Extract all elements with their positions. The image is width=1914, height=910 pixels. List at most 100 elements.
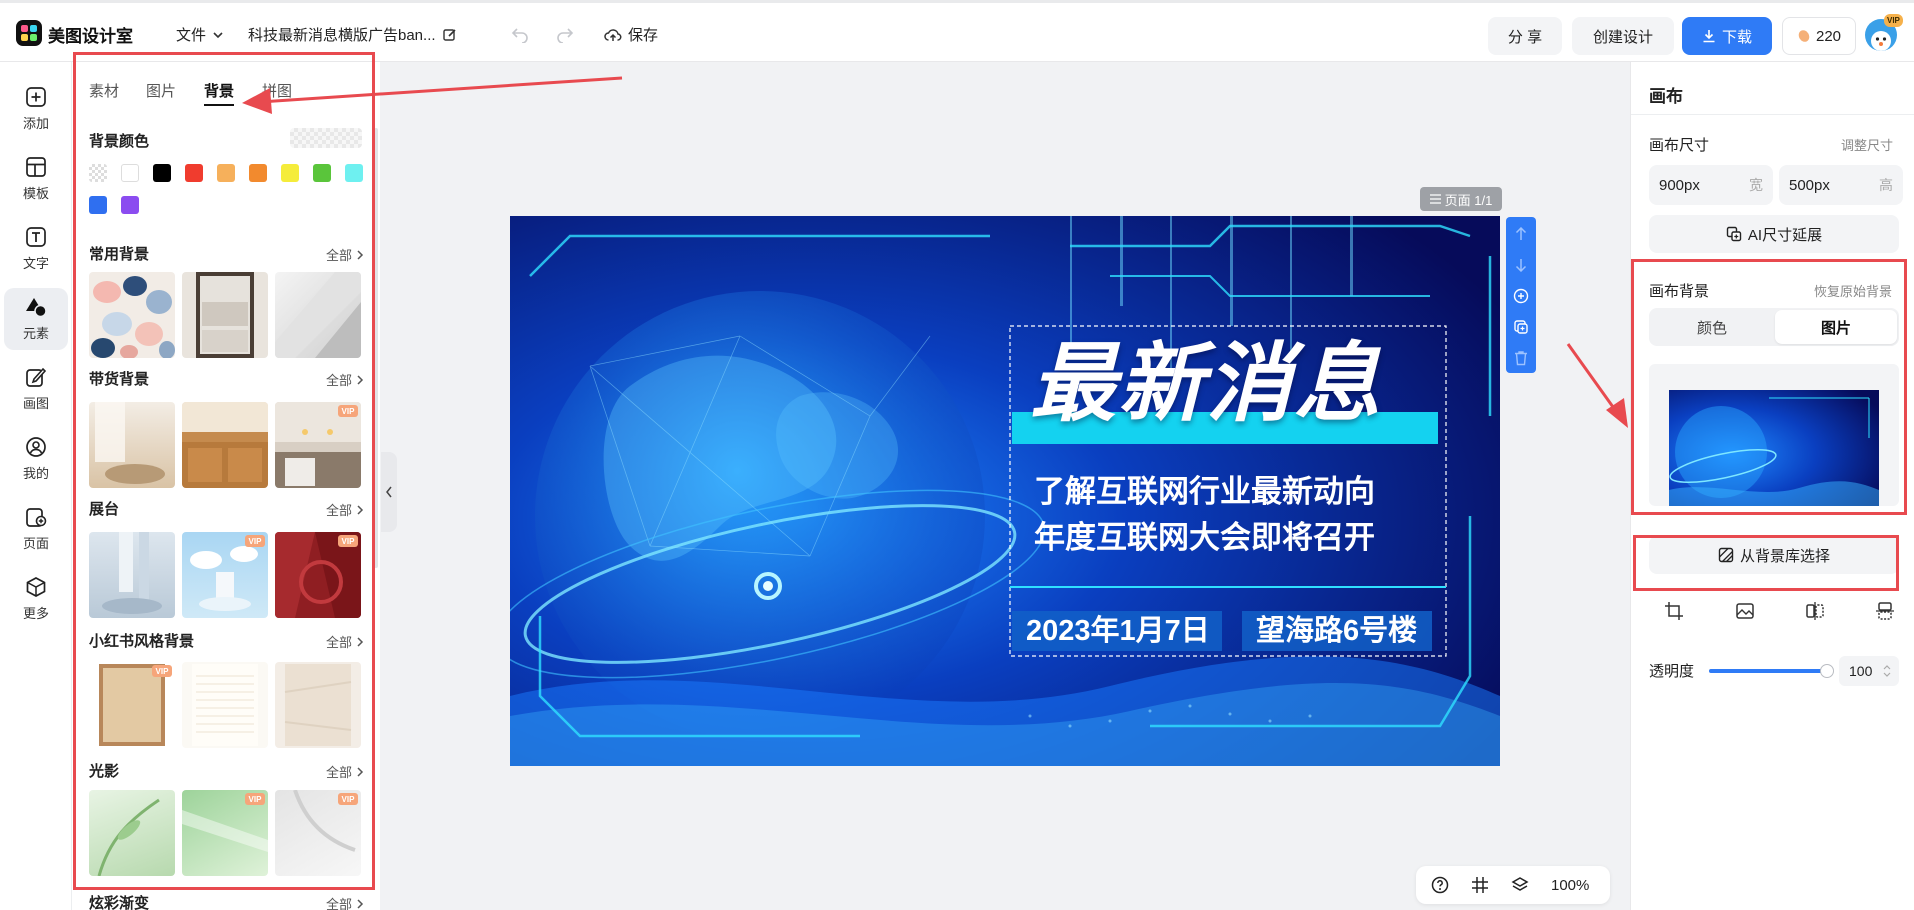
bg-thumbnail[interactable] bbox=[89, 272, 175, 358]
pick-from-bg-library-button[interactable]: 从背景库选择 bbox=[1649, 536, 1899, 574]
see-all-link[interactable]: 全部 bbox=[326, 370, 364, 389]
color-swatch-white[interactable] bbox=[121, 164, 139, 182]
bg-thumbnail[interactable]: VIP bbox=[89, 662, 175, 748]
color-swatch-red[interactable] bbox=[185, 164, 203, 182]
grid-icon[interactable] bbox=[1471, 876, 1489, 894]
crop-icon[interactable] bbox=[1664, 601, 1684, 621]
bg-type-image-tab[interactable]: 图片 bbox=[1775, 310, 1897, 344]
panel-collapse-handle[interactable] bbox=[381, 452, 397, 532]
arrow-down-icon bbox=[1515, 259, 1527, 272]
vip-tag: VIP bbox=[338, 793, 358, 805]
rail-item-more[interactable]: 更多 bbox=[4, 568, 68, 630]
opacity-slider-track[interactable] bbox=[1709, 669, 1827, 673]
chevron-right-icon bbox=[357, 636, 364, 647]
bg-thumbnail[interactable]: VIP bbox=[182, 532, 268, 618]
see-all-link[interactable]: 全部 bbox=[326, 500, 364, 519]
canvas-date[interactable]: 2023年1月7日 bbox=[1026, 613, 1210, 649]
flip-horizontal-icon[interactable] bbox=[1805, 601, 1825, 621]
see-all-link[interactable]: 全部 bbox=[326, 894, 364, 910]
chevron-down-icon bbox=[213, 31, 223, 38]
flip-vertical-icon[interactable] bbox=[1875, 601, 1895, 621]
bg-thumbnail[interactable]: VIP bbox=[275, 402, 361, 488]
page-indicator[interactable]: 页面 1/1 bbox=[1420, 187, 1502, 211]
layers-icon[interactable] bbox=[1511, 876, 1529, 894]
rail-item-draw[interactable]: 画图 bbox=[4, 358, 68, 420]
color-swatch-purple[interactable] bbox=[121, 196, 139, 214]
height-field[interactable]: 500px 高 bbox=[1779, 165, 1903, 205]
delete-page-button[interactable] bbox=[1506, 343, 1536, 373]
save-button[interactable]: 保存 bbox=[604, 24, 658, 45]
restore-bg-link[interactable]: 恢复原始背景 bbox=[1814, 281, 1892, 300]
adjust-size-link[interactable]: 调整尺寸 bbox=[1841, 135, 1893, 154]
color-swatch-cyan[interactable] bbox=[345, 164, 363, 182]
add-page-button[interactable] bbox=[1506, 281, 1536, 311]
zoom-level[interactable]: 100% bbox=[1551, 877, 1589, 894]
undo-icon[interactable] bbox=[511, 25, 529, 43]
opacity-slider-handle[interactable] bbox=[1820, 664, 1834, 678]
bg-image-preview[interactable] bbox=[1669, 390, 1879, 506]
panel-scrollbar[interactable] bbox=[374, 128, 378, 568]
rail-label: 元素 bbox=[22, 326, 49, 341]
annotation-arrow-icon bbox=[242, 76, 623, 114]
move-up-button[interactable] bbox=[1506, 219, 1536, 249]
bg-thumbnail[interactable] bbox=[89, 532, 175, 618]
bg-thumbnail[interactable]: VIP bbox=[182, 790, 268, 876]
canvas-headline[interactable]: 最新消息 bbox=[1030, 334, 1382, 434]
color-swatch-black[interactable] bbox=[153, 164, 171, 182]
share-button[interactable]: 分 享 bbox=[1488, 17, 1562, 55]
move-down-button[interactable] bbox=[1506, 250, 1536, 280]
bg-thumbnail[interactable]: VIP bbox=[275, 790, 361, 876]
color-swatch-blue[interactable] bbox=[89, 196, 107, 214]
bg-thumbnail[interactable] bbox=[275, 662, 361, 748]
edit-icon bbox=[442, 28, 456, 41]
ai-extend-icon bbox=[1726, 226, 1742, 242]
help-icon[interactable] bbox=[1431, 876, 1449, 894]
color-swatch-yellow[interactable] bbox=[281, 164, 299, 182]
color-swatch-light-orange[interactable] bbox=[217, 164, 235, 182]
rail-item-text[interactable]: 文字 bbox=[4, 218, 68, 280]
bg-thumbnail[interactable] bbox=[89, 402, 175, 488]
rail-item-templates[interactable]: 模板 bbox=[4, 148, 68, 210]
height-value: 500px bbox=[1789, 176, 1830, 194]
canvas-location[interactable]: 望海路6号楼 bbox=[1256, 613, 1417, 649]
duplicate-page-button[interactable] bbox=[1506, 312, 1536, 342]
see-all-link[interactable]: 全部 bbox=[326, 632, 364, 651]
tab-materials[interactable]: 素材 bbox=[89, 80, 119, 101]
color-swatch-green[interactable] bbox=[313, 164, 331, 182]
bg-thumbnail[interactable] bbox=[275, 272, 361, 358]
ai-size-extend-button[interactable]: AI尺寸延展 bbox=[1649, 215, 1899, 253]
see-all-link[interactable]: 全部 bbox=[326, 762, 364, 781]
bg-type-color-tab[interactable]: 颜色 bbox=[1651, 310, 1773, 344]
image-filter-icon[interactable] bbox=[1735, 601, 1755, 621]
bg-thumbnail[interactable] bbox=[182, 402, 268, 488]
width-field[interactable]: 900px 宽 bbox=[1649, 165, 1773, 205]
opacity-input[interactable]: 100 bbox=[1839, 656, 1899, 686]
more-box-icon bbox=[26, 577, 46, 597]
color-swatch-orange[interactable] bbox=[249, 164, 267, 182]
bg-thumbnail[interactable] bbox=[182, 662, 268, 748]
design-canvas[interactable]: 最新消息 了解互联网行业最新动向 年度互联网大会即将召开 2023年1月7日 望… bbox=[510, 216, 1500, 766]
redo-icon[interactable] bbox=[556, 25, 574, 43]
annotation-arrow-icon bbox=[1566, 343, 1628, 428]
canvas-text-line2[interactable]: 年度互联网大会即将召开 bbox=[1034, 518, 1375, 558]
doc-title-button[interactable]: 科技最新消息横版广告ban... bbox=[248, 24, 458, 45]
bg-thumbnail[interactable]: VIP bbox=[275, 532, 361, 618]
create-design-button[interactable]: 创建设计 bbox=[1572, 17, 1674, 55]
rail-item-add[interactable]: 添加 bbox=[4, 78, 68, 140]
see-all-link[interactable]: 全部 bbox=[326, 245, 364, 264]
rail-item-pages[interactable]: 页面 bbox=[4, 498, 68, 560]
download-button[interactable]: 下载 bbox=[1682, 17, 1772, 55]
credits-button[interactable]: 220 bbox=[1782, 17, 1856, 55]
canvas-text-line1[interactable]: 了解互联网行业最新动向 bbox=[1034, 472, 1375, 512]
canvas-bg-title: 画布背景 bbox=[1649, 283, 1710, 300]
tab-images[interactable]: 图片 bbox=[146, 80, 176, 101]
rail-item-elements[interactable]: 元素 bbox=[4, 288, 68, 350]
current-color-preview[interactable] bbox=[290, 128, 362, 148]
create-design-label: 创建设计 bbox=[1592, 28, 1653, 46]
bg-thumbnail[interactable] bbox=[89, 790, 175, 876]
bg-thumbnail[interactable] bbox=[182, 272, 268, 358]
file-menu-button[interactable]: 文件 bbox=[176, 24, 224, 45]
color-swatch-transparent[interactable] bbox=[89, 164, 107, 182]
rail-item-mine[interactable]: 我的 bbox=[4, 428, 68, 490]
left-rail: 添加 模板 文字 元素 画图 我的 页面 更多 bbox=[0, 62, 72, 910]
